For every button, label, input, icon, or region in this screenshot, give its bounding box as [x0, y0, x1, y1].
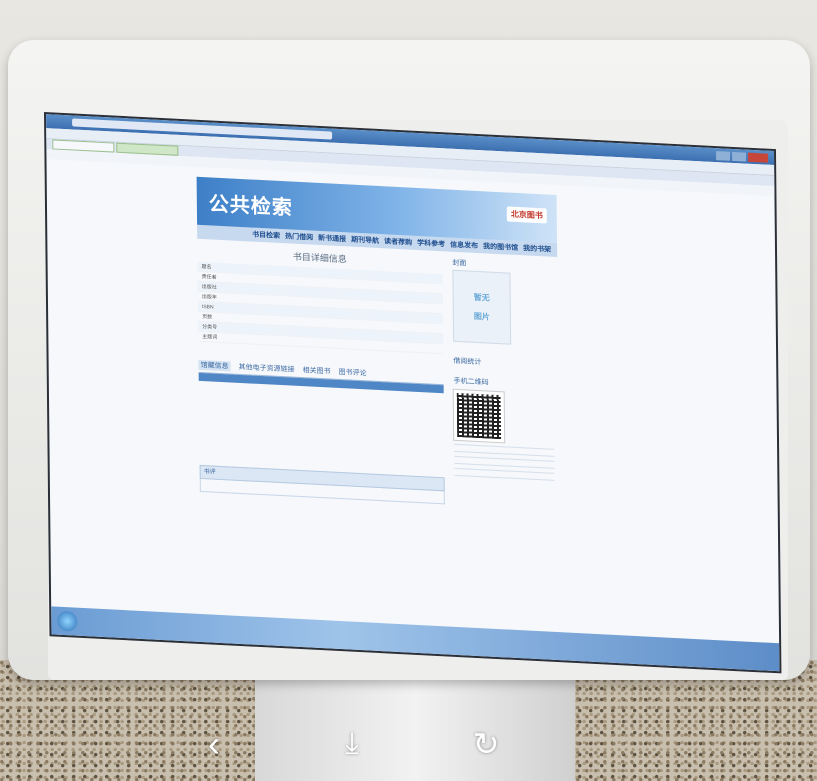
review-note — [200, 508, 445, 520]
nav-item[interactable]: 学科参考 — [417, 238, 445, 249]
rotate-icon[interactable]: ↻ — [466, 722, 506, 766]
maximize-button[interactable] — [732, 151, 747, 162]
field-key: 出版年 — [201, 294, 217, 301]
tab-e-resources[interactable]: 其他电子资源链接 — [239, 362, 295, 375]
field-key: 出版社 — [201, 284, 217, 291]
field-table: 题名 责任者 出版社 出版年 ISBN 页数 分类号 主题词 — [197, 261, 444, 355]
stats-title: 借阅统计 — [453, 357, 482, 367]
qr-code — [452, 388, 506, 444]
opac-page: 公共检索 北京图书 书目检索 热门借阅 新书通报 期刊导航 读者荐购 学科参考 … — [196, 176, 560, 526]
download-icon[interactable]: ⤓ — [332, 722, 372, 766]
site-title: 公共检索 — [208, 191, 293, 220]
content-area: 书目详细信息 题名 责任者 出版社 出版年 ISBN 页数 分类号 主题词 馆藏… — [197, 243, 560, 526]
nav-item[interactable]: 书目检索 — [252, 230, 280, 241]
field-key: 页数 — [202, 314, 213, 321]
qr-title: 手机二维码 — [453, 377, 489, 387]
cover-text: 暂无 — [473, 292, 490, 303]
tab-reviews[interactable]: 图书评论 — [338, 367, 367, 378]
nav-item[interactable]: 信息发布 — [450, 240, 478, 251]
start-button[interactable] — [57, 610, 78, 632]
nav-item[interactable]: 期刊导航 — [351, 235, 379, 246]
side-link[interactable] — [454, 455, 555, 469]
nav-item[interactable]: 读者荐购 — [384, 236, 412, 247]
book-cover: 暂无 图片 — [452, 269, 512, 345]
nav-item[interactable]: 我的书架 — [523, 243, 551, 254]
library-logo: 北京图书 — [506, 206, 547, 224]
window-buttons — [716, 150, 769, 163]
tab-holdings[interactable]: 馆藏信息 — [198, 359, 231, 372]
nav-item[interactable]: 新书通报 — [318, 233, 346, 244]
nav-item[interactable]: 我的图书馆 — [483, 241, 518, 253]
close-button[interactable] — [748, 152, 769, 163]
book-detail: 书目详细信息 题名 责任者 出版社 出版年 ISBN 页数 分类号 主题词 馆藏… — [197, 243, 445, 521]
tab-related[interactable]: 相关图书 — [302, 365, 331, 376]
kiosk-screen: 公共检索 北京图书 书目检索 热门借阅 新书通报 期刊导航 读者荐购 学科参考 … — [44, 112, 782, 674]
minimize-button[interactable] — [716, 150, 731, 161]
cover-text: 图片 — [473, 311, 490, 322]
chevron-left-icon[interactable]: ‹ — [194, 722, 234, 766]
field-key: 题名 — [201, 263, 212, 271]
nav-item[interactable]: 热门借阅 — [285, 231, 313, 242]
field-key: ISBN — [201, 303, 214, 311]
side-panel: 封面 暂无 图片 借阅统计 手机二维码 — [452, 256, 555, 526]
field-key: 分类号 — [202, 324, 218, 331]
side-link[interactable] — [454, 467, 555, 481]
field-key: 主题词 — [202, 334, 218, 341]
field-key: 责任者 — [201, 273, 217, 281]
side-link[interactable] — [454, 443, 555, 457]
